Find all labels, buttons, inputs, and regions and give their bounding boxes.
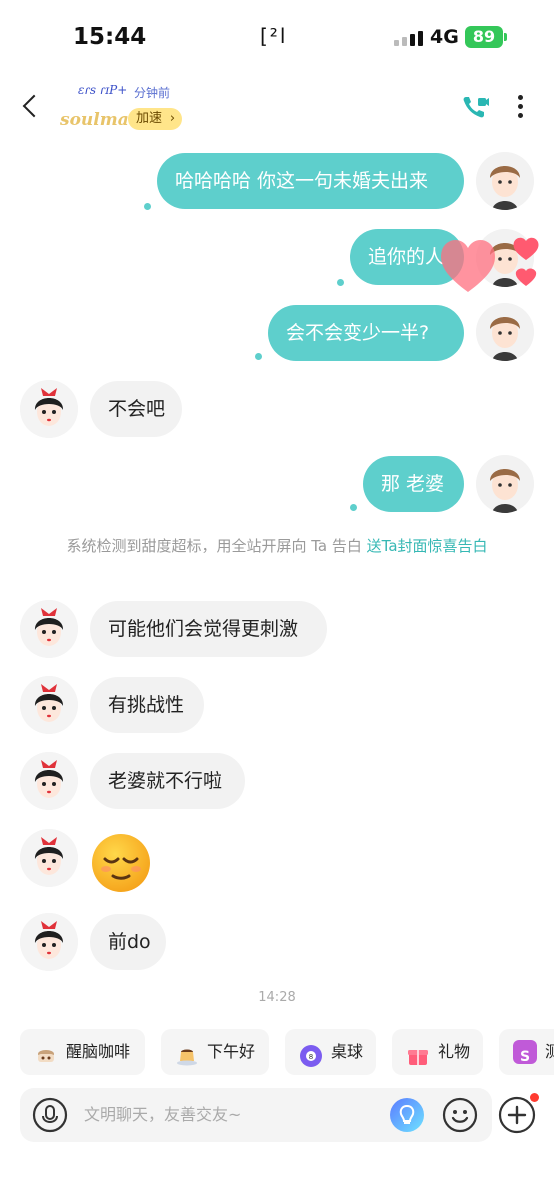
message-bubble[interactable]: 前do bbox=[90, 914, 166, 970]
bubble-tail bbox=[350, 504, 357, 511]
message-text: 前do bbox=[108, 931, 151, 953]
status-bar: 15:44 [²l 4G 89 bbox=[0, 0, 554, 74]
bubble-tail bbox=[255, 353, 262, 360]
quick-chip-label: 醒脑咖啡 bbox=[66, 1042, 131, 1061]
bubble-tail bbox=[337, 279, 344, 286]
message-bubble[interactable]: 老婆就不行啦 bbox=[90, 753, 245, 809]
add-attachment-icon[interactable] bbox=[498, 1096, 536, 1134]
video-call-icon[interactable] bbox=[460, 92, 490, 122]
battery-icon: 89 bbox=[465, 26, 503, 48]
my-avatar[interactable] bbox=[476, 152, 534, 210]
contact-avatar[interactable] bbox=[20, 600, 78, 658]
pudding-icon bbox=[175, 1040, 199, 1066]
system-notice-text: 系统检测到甜度超标，用全站开屏向 Ta 告白 bbox=[66, 537, 362, 555]
message-input-bar: 文明聊天，友善交友~ bbox=[20, 1088, 492, 1142]
back-arrow-icon[interactable] bbox=[14, 88, 50, 124]
hearts-sticker-icon bbox=[441, 237, 539, 292]
message-timestamp: 14:28 bbox=[258, 990, 296, 1005]
gift-icon bbox=[406, 1040, 430, 1065]
more-vertical-icon[interactable] bbox=[510, 92, 530, 122]
chevron-right-icon: › bbox=[169, 111, 176, 126]
confession-link[interactable]: 送Ta封面惊喜告白 bbox=[367, 537, 488, 555]
system-notice: 系统检测到甜度超标，用全站开屏向 Ta 告白 送Ta封面惊喜告白 bbox=[40, 534, 514, 558]
message-text: 那 老婆 bbox=[381, 473, 445, 495]
status-time: 15:44 bbox=[73, 24, 147, 50]
message-bubble[interactable]: 有挑战性 bbox=[90, 677, 204, 733]
quick-chip-label: 桌球 bbox=[331, 1042, 364, 1061]
my-avatar[interactable] bbox=[476, 455, 534, 513]
battery-level: 89 bbox=[472, 27, 496, 46]
quick-chip-label: 礼物 bbox=[438, 1042, 471, 1061]
network-type: 4G bbox=[430, 26, 459, 48]
boost-button[interactable]: 加速 › bbox=[128, 108, 183, 130]
quick-chip-afternoon[interactable]: 下午好 bbox=[161, 1029, 269, 1075]
notification-dot bbox=[530, 1093, 539, 1102]
message-text: 可能他们会觉得更刺激 bbox=[108, 618, 299, 640]
quick-chip-label: 测 bbox=[545, 1042, 554, 1061]
chat-header: ɛɾs ɾɪP+ 分钟前 soulmate 加速 › bbox=[0, 74, 554, 138]
contact-avatar[interactable] bbox=[20, 752, 78, 810]
quick-chip-label: 下午好 bbox=[207, 1042, 256, 1061]
quick-chip-gift[interactable]: 礼物 bbox=[392, 1029, 483, 1075]
message-text: 追你的人 bbox=[368, 246, 445, 268]
test-icon: S bbox=[513, 1040, 537, 1065]
svg-text:S: S bbox=[520, 1049, 530, 1065]
message-bubble[interactable]: 会不会变少一半? bbox=[268, 305, 464, 361]
last-seen-label: 分钟前 bbox=[134, 86, 171, 100]
message-text: 会不会变少一半? bbox=[286, 322, 430, 344]
message-text: 不会吧 bbox=[108, 398, 166, 420]
message-text: 老婆就不行啦 bbox=[108, 770, 223, 792]
message-bubble[interactable]: 哈哈哈哈 你这一句未婚夫出来 bbox=[157, 153, 464, 209]
boost-label: 加速 bbox=[136, 111, 163, 126]
message-bubble[interactable]: 可能他们会觉得更刺激 bbox=[90, 601, 327, 657]
message-bubble[interactable]: 那 老婆 bbox=[363, 456, 464, 512]
quick-chip-test[interactable]: S 测 bbox=[499, 1029, 554, 1075]
contact-avatar[interactable] bbox=[20, 676, 78, 734]
message-bubble[interactable]: 不会吧 bbox=[90, 381, 182, 437]
status-center-glyph: [²l bbox=[260, 24, 288, 48]
emoji-picker-icon[interactable] bbox=[442, 1097, 478, 1133]
contact-avatar[interactable] bbox=[20, 913, 78, 971]
message-input[interactable]: 文明聊天，友善交友~ bbox=[84, 1088, 241, 1142]
chat-screen: 15:44 [²l 4G 89 ɛɾs ɾɪP+ 分钟前 soulmate 加速… bbox=[0, 0, 554, 1200]
relieved-face-icon[interactable] bbox=[90, 832, 152, 894]
message-text: 哈哈哈哈 你这一句未婚夫出来 bbox=[175, 170, 429, 192]
billiard-ball-icon: 8 bbox=[299, 1040, 323, 1067]
quick-chip-coffee[interactable]: 醒脑咖啡 bbox=[20, 1029, 145, 1075]
svg-text:8: 8 bbox=[309, 1053, 313, 1061]
message-text: 有挑战性 bbox=[108, 694, 185, 716]
coffee-icon bbox=[34, 1040, 58, 1064]
contact-name[interactable]: ɛɾs ɾɪP+ bbox=[78, 83, 127, 97]
contact-avatar[interactable] bbox=[20, 380, 78, 438]
voice-input-icon[interactable] bbox=[32, 1097, 68, 1133]
ai-assistant-icon[interactable] bbox=[390, 1098, 424, 1132]
signal-icon bbox=[394, 30, 424, 46]
battery-tip bbox=[504, 33, 507, 41]
contact-avatar[interactable] bbox=[20, 829, 78, 887]
my-avatar[interactable] bbox=[476, 303, 534, 361]
bubble-tail bbox=[144, 203, 151, 210]
quick-chip-billiards[interactable]: 8 桌球 bbox=[285, 1029, 376, 1075]
